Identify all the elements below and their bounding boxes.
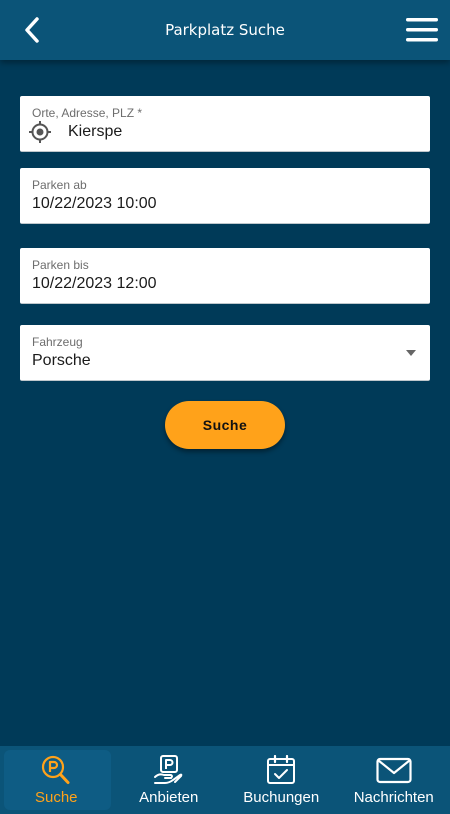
- nav-label-buchungen: Buchungen: [243, 789, 320, 806]
- vehicle-value: Porsche: [32, 352, 91, 369]
- parking-search-icon: [42, 755, 70, 784]
- envelope-icon: [376, 757, 412, 784]
- chevron-left-icon: [25, 17, 39, 43]
- dropdown-arrow-icon: [406, 350, 416, 356]
- calendar-check-icon: [267, 755, 296, 784]
- park-until-label: Parken bis: [32, 258, 89, 272]
- back-button[interactable]: [14, 12, 50, 48]
- bottom-navigation: Suche Anbieten Buchungen Nachrichten: [0, 746, 450, 814]
- nav-label-suche: Suche: [34, 789, 78, 806]
- hamburger-menu-icon: [406, 18, 438, 42]
- park-until-value: 10/22/2023 12:00: [32, 275, 157, 292]
- nav-item-suche[interactable]: Suche: [0, 746, 113, 814]
- location-crosshair-icon[interactable]: [29, 121, 51, 143]
- location-value: Kierspe: [68, 123, 123, 140]
- nav-item-anbieten[interactable]: Anbieten: [113, 746, 226, 814]
- location-field-label: Orte, Adresse, PLZ *: [32, 106, 143, 120]
- nav-label-nachrichten: Nachrichten: [353, 789, 434, 806]
- parking-offer-icon: [153, 755, 183, 784]
- park-until-field[interactable]: Parken bis 10/22/2023 12:00: [20, 248, 430, 304]
- nav-item-buchungen[interactable]: Buchungen: [225, 746, 338, 814]
- search-button[interactable]: Suche: [165, 401, 285, 449]
- location-field[interactable]: Orte, Adresse, PLZ * Kierspe: [20, 96, 430, 152]
- park-from-label: Parken ab: [32, 178, 87, 192]
- park-from-field[interactable]: Parken ab 10/22/2023 10:00: [20, 168, 430, 224]
- menu-button[interactable]: [402, 12, 442, 48]
- page-title: Parkplatz Suche: [165, 21, 285, 39]
- park-from-value: 10/22/2023 10:00: [32, 195, 157, 212]
- app-bar: Parkplatz Suche: [0, 0, 450, 60]
- nav-label-anbieten: Anbieten: [139, 789, 199, 806]
- vehicle-select[interactable]: Fahrzeug Porsche: [20, 325, 430, 381]
- nav-item-nachrichten[interactable]: Nachrichten: [338, 746, 450, 814]
- vehicle-label: Fahrzeug: [32, 335, 83, 349]
